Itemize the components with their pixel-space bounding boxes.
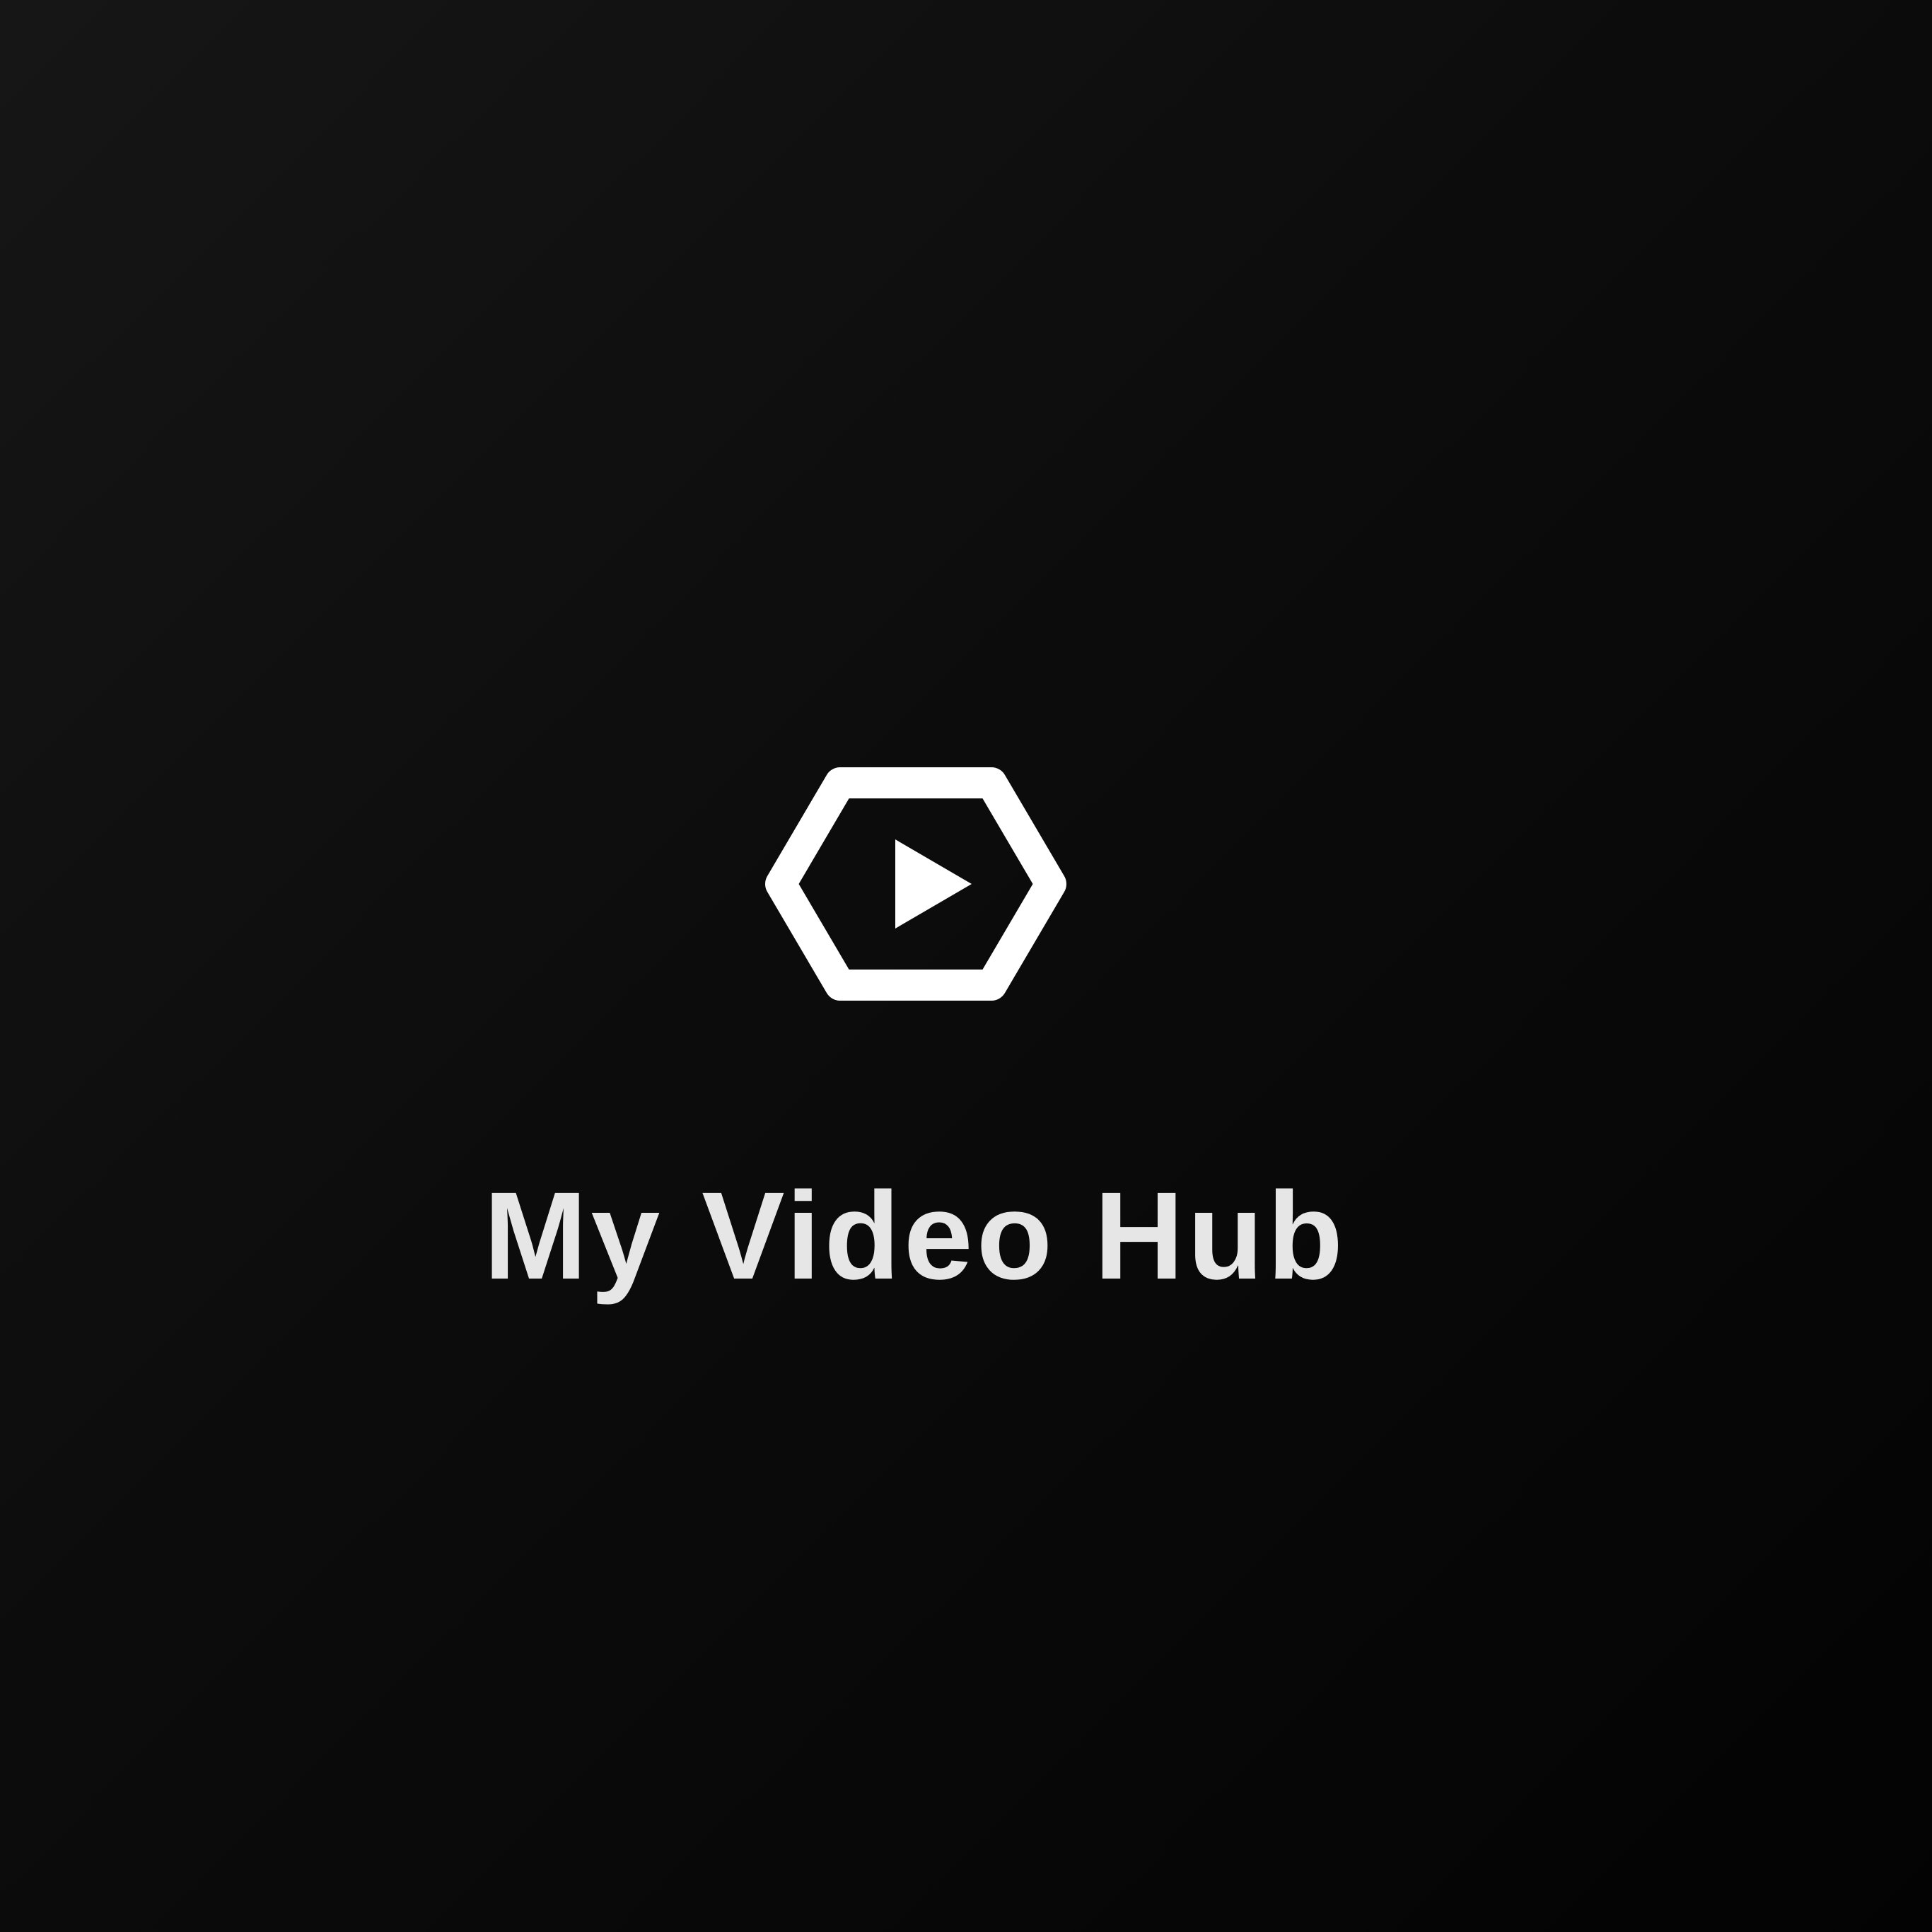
play-triangle — [895, 839, 972, 929]
splash-screen: My Video Hub — [0, 0, 1932, 1932]
hexagon-play-icon — [765, 767, 1066, 1001]
app-title: My Video Hub — [483, 1167, 1347, 1305]
